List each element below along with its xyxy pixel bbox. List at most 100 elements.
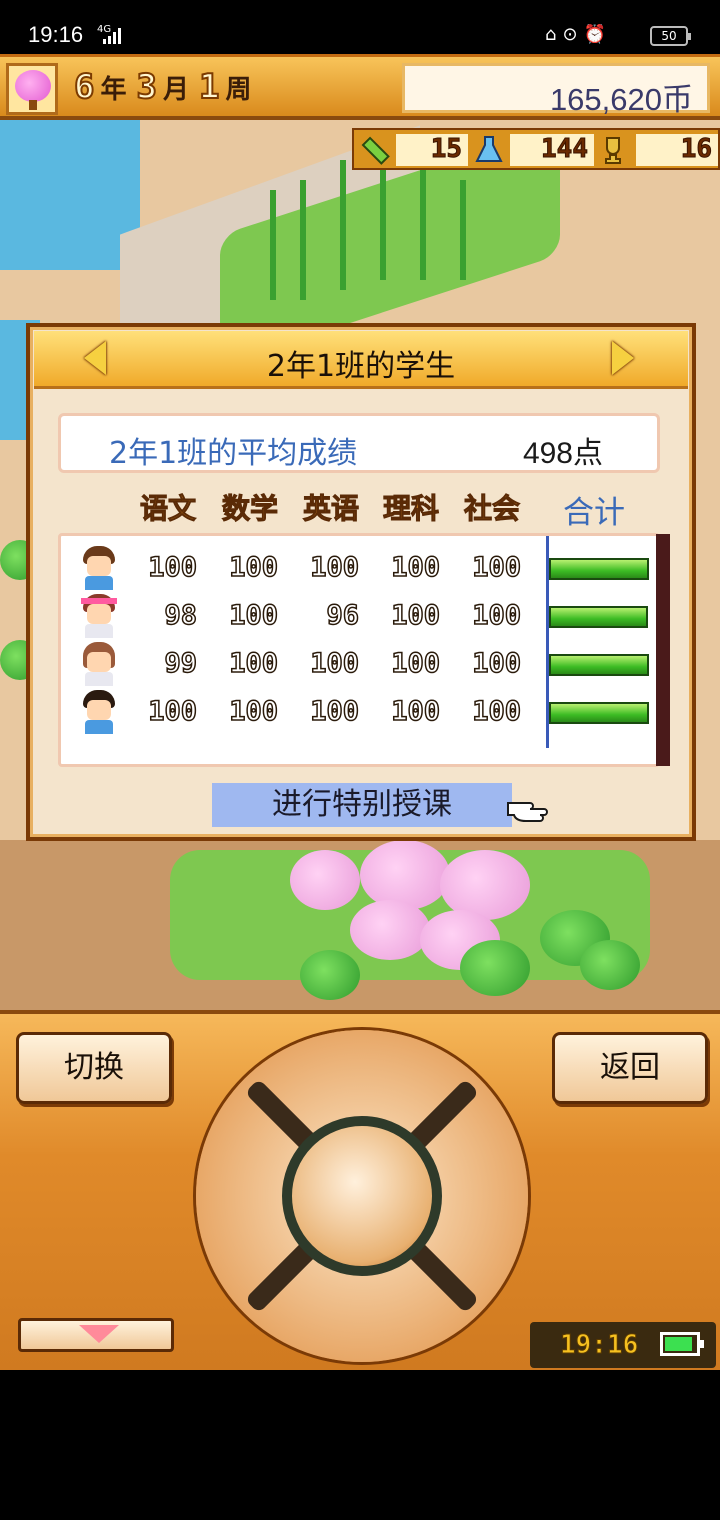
cherry-blossom <box>360 840 450 910</box>
student-avatar <box>81 690 117 734</box>
average-score-label: 2年1班的平均成绩 <box>109 436 358 471</box>
list-scrollbar[interactable] <box>656 534 670 766</box>
status-battery: 50 <box>650 26 691 46</box>
dialog-title: 2年1班的学生 <box>266 349 456 384</box>
student-avatar <box>81 594 117 638</box>
score-cell: 100 <box>147 551 197 584</box>
score-cell: 100 <box>309 647 359 680</box>
pond <box>0 120 140 270</box>
cherry-blossom <box>350 900 430 960</box>
score-cell: 100 <box>390 647 440 680</box>
game-controller-icon: ⌂ <box>545 24 563 45</box>
subject-header: 社会 <box>463 492 521 526</box>
money-box: 165,620币 <box>402 63 710 117</box>
game-date: 6年3月1周 <box>73 66 262 108</box>
student-row[interactable]: 98 100 96 100 100 <box>61 592 661 640</box>
battery-icon <box>660 1332 704 1356</box>
average-score-value: 498点 <box>522 437 603 470</box>
status-bar: 19:16 4G ⌂⊙⏰ 50 <box>0 0 720 54</box>
pencil-icon <box>361 136 390 165</box>
subject-header: 理科 <box>382 492 440 526</box>
money-value: 165,620币 <box>549 82 693 117</box>
controller-panel: 切换 返回 19:16 <box>0 1010 720 1370</box>
signal-icon <box>103 28 121 44</box>
score-cell: 100 <box>309 551 359 584</box>
clock-time: 19:16 <box>559 1330 639 1361</box>
date-year-unit: 年 <box>100 75 127 105</box>
date-year: 6 <box>73 66 96 108</box>
bamboo <box>420 160 426 280</box>
score-cell: 100 <box>228 647 278 680</box>
next-class-arrow-icon[interactable] <box>612 341 634 375</box>
date-week-unit: 周 <box>225 75 252 105</box>
cherry-blossom <box>290 850 360 910</box>
score-cell: 100 <box>390 695 440 728</box>
score-cell: 100 <box>471 599 521 632</box>
score-cell: 100 <box>228 695 278 728</box>
class-students-dialog: 2年1班的学生 2年1班的平均成绩 498点 语文 数学 英语 理科 社会 合计… <box>26 323 696 841</box>
subject-header: 英语 <box>302 492 360 526</box>
special-lesson-button[interactable]: 进行特别授课 <box>212 783 512 827</box>
total-bar <box>549 702 649 724</box>
bamboo <box>340 160 346 290</box>
score-cell: 99 <box>164 647 198 680</box>
bamboo <box>270 190 276 300</box>
battery-level <box>665 1337 692 1351</box>
resource-bar: 15 144 16 <box>352 128 720 170</box>
resource-value-3: 16 <box>636 134 718 166</box>
trophy-icon <box>605 137 621 164</box>
score-cell: 100 <box>471 551 521 584</box>
student-row[interactable]: 99 100 100 100 100 <box>61 640 661 688</box>
subject-header: 语文 <box>139 492 197 526</box>
bush <box>300 950 360 1000</box>
resource-value-2: 144 <box>510 134 594 166</box>
switch-button[interactable]: 切换 <box>16 1032 172 1104</box>
bush <box>460 940 530 996</box>
score-cell: 96 <box>326 599 360 632</box>
status-time: 19:16 <box>28 22 84 47</box>
score-cell: 98 <box>164 599 198 632</box>
date-month: 3 <box>135 66 158 108</box>
total-bar <box>549 558 649 580</box>
dialog-header: 2年1班的学生 <box>34 331 688 389</box>
game-clock: 19:16 <box>530 1322 716 1368</box>
total-bar <box>549 654 649 676</box>
score-cell: 100 <box>390 599 440 632</box>
score-cell: 100 <box>390 551 440 584</box>
bamboo <box>300 180 306 300</box>
down-button[interactable] <box>18 1318 174 1352</box>
student-avatar <box>81 642 117 686</box>
subject-header: 数学 <box>221 492 279 526</box>
status-icons: ⌂⊙⏰ <box>545 24 612 45</box>
score-cell: 100 <box>147 695 197 728</box>
resource-value-1: 15 <box>396 134 468 166</box>
back-button[interactable]: 返回 <box>552 1032 708 1104</box>
score-cell: 100 <box>228 551 278 584</box>
dpad-center-button[interactable] <box>282 1116 442 1276</box>
lock-icon: ⊙ <box>562 24 584 45</box>
student-score-list[interactable]: 100 100 100 100 100 98 100 96 100 100 99… <box>58 533 660 767</box>
flask-icon <box>475 136 503 162</box>
cherry-tree-icon[interactable] <box>6 63 58 115</box>
total-bar <box>549 606 648 628</box>
total-header: 合计 <box>563 495 625 531</box>
pointing-hand-icon <box>507 802 548 822</box>
average-score-box: 2年1班的平均成绩 498点 <box>58 413 660 473</box>
score-cell: 100 <box>471 647 521 680</box>
score-cell: 100 <box>471 695 521 728</box>
student-row[interactable]: 100 100 100 100 100 <box>61 544 661 592</box>
bush <box>580 940 640 990</box>
date-month-unit: 月 <box>162 75 189 105</box>
down-arrow-icon <box>79 1325 119 1343</box>
visor <box>81 598 117 604</box>
date-week: 1 <box>198 66 221 108</box>
game-screen: 19:16 4G ⌂⊙⏰ 50 6年3月1周 165,620币 15 144 1… <box>0 0 720 1520</box>
bamboo <box>460 180 466 280</box>
student-row[interactable]: 100 100 100 100 100 <box>61 688 661 736</box>
direction-pad[interactable] <box>196 1030 528 1362</box>
student-avatar <box>81 546 117 590</box>
score-cell: 100 <box>228 599 278 632</box>
score-cell: 100 <box>309 695 359 728</box>
alarm-icon: ⏰ <box>583 24 612 45</box>
top-bar: 6年3月1周 165,620币 <box>0 54 720 120</box>
